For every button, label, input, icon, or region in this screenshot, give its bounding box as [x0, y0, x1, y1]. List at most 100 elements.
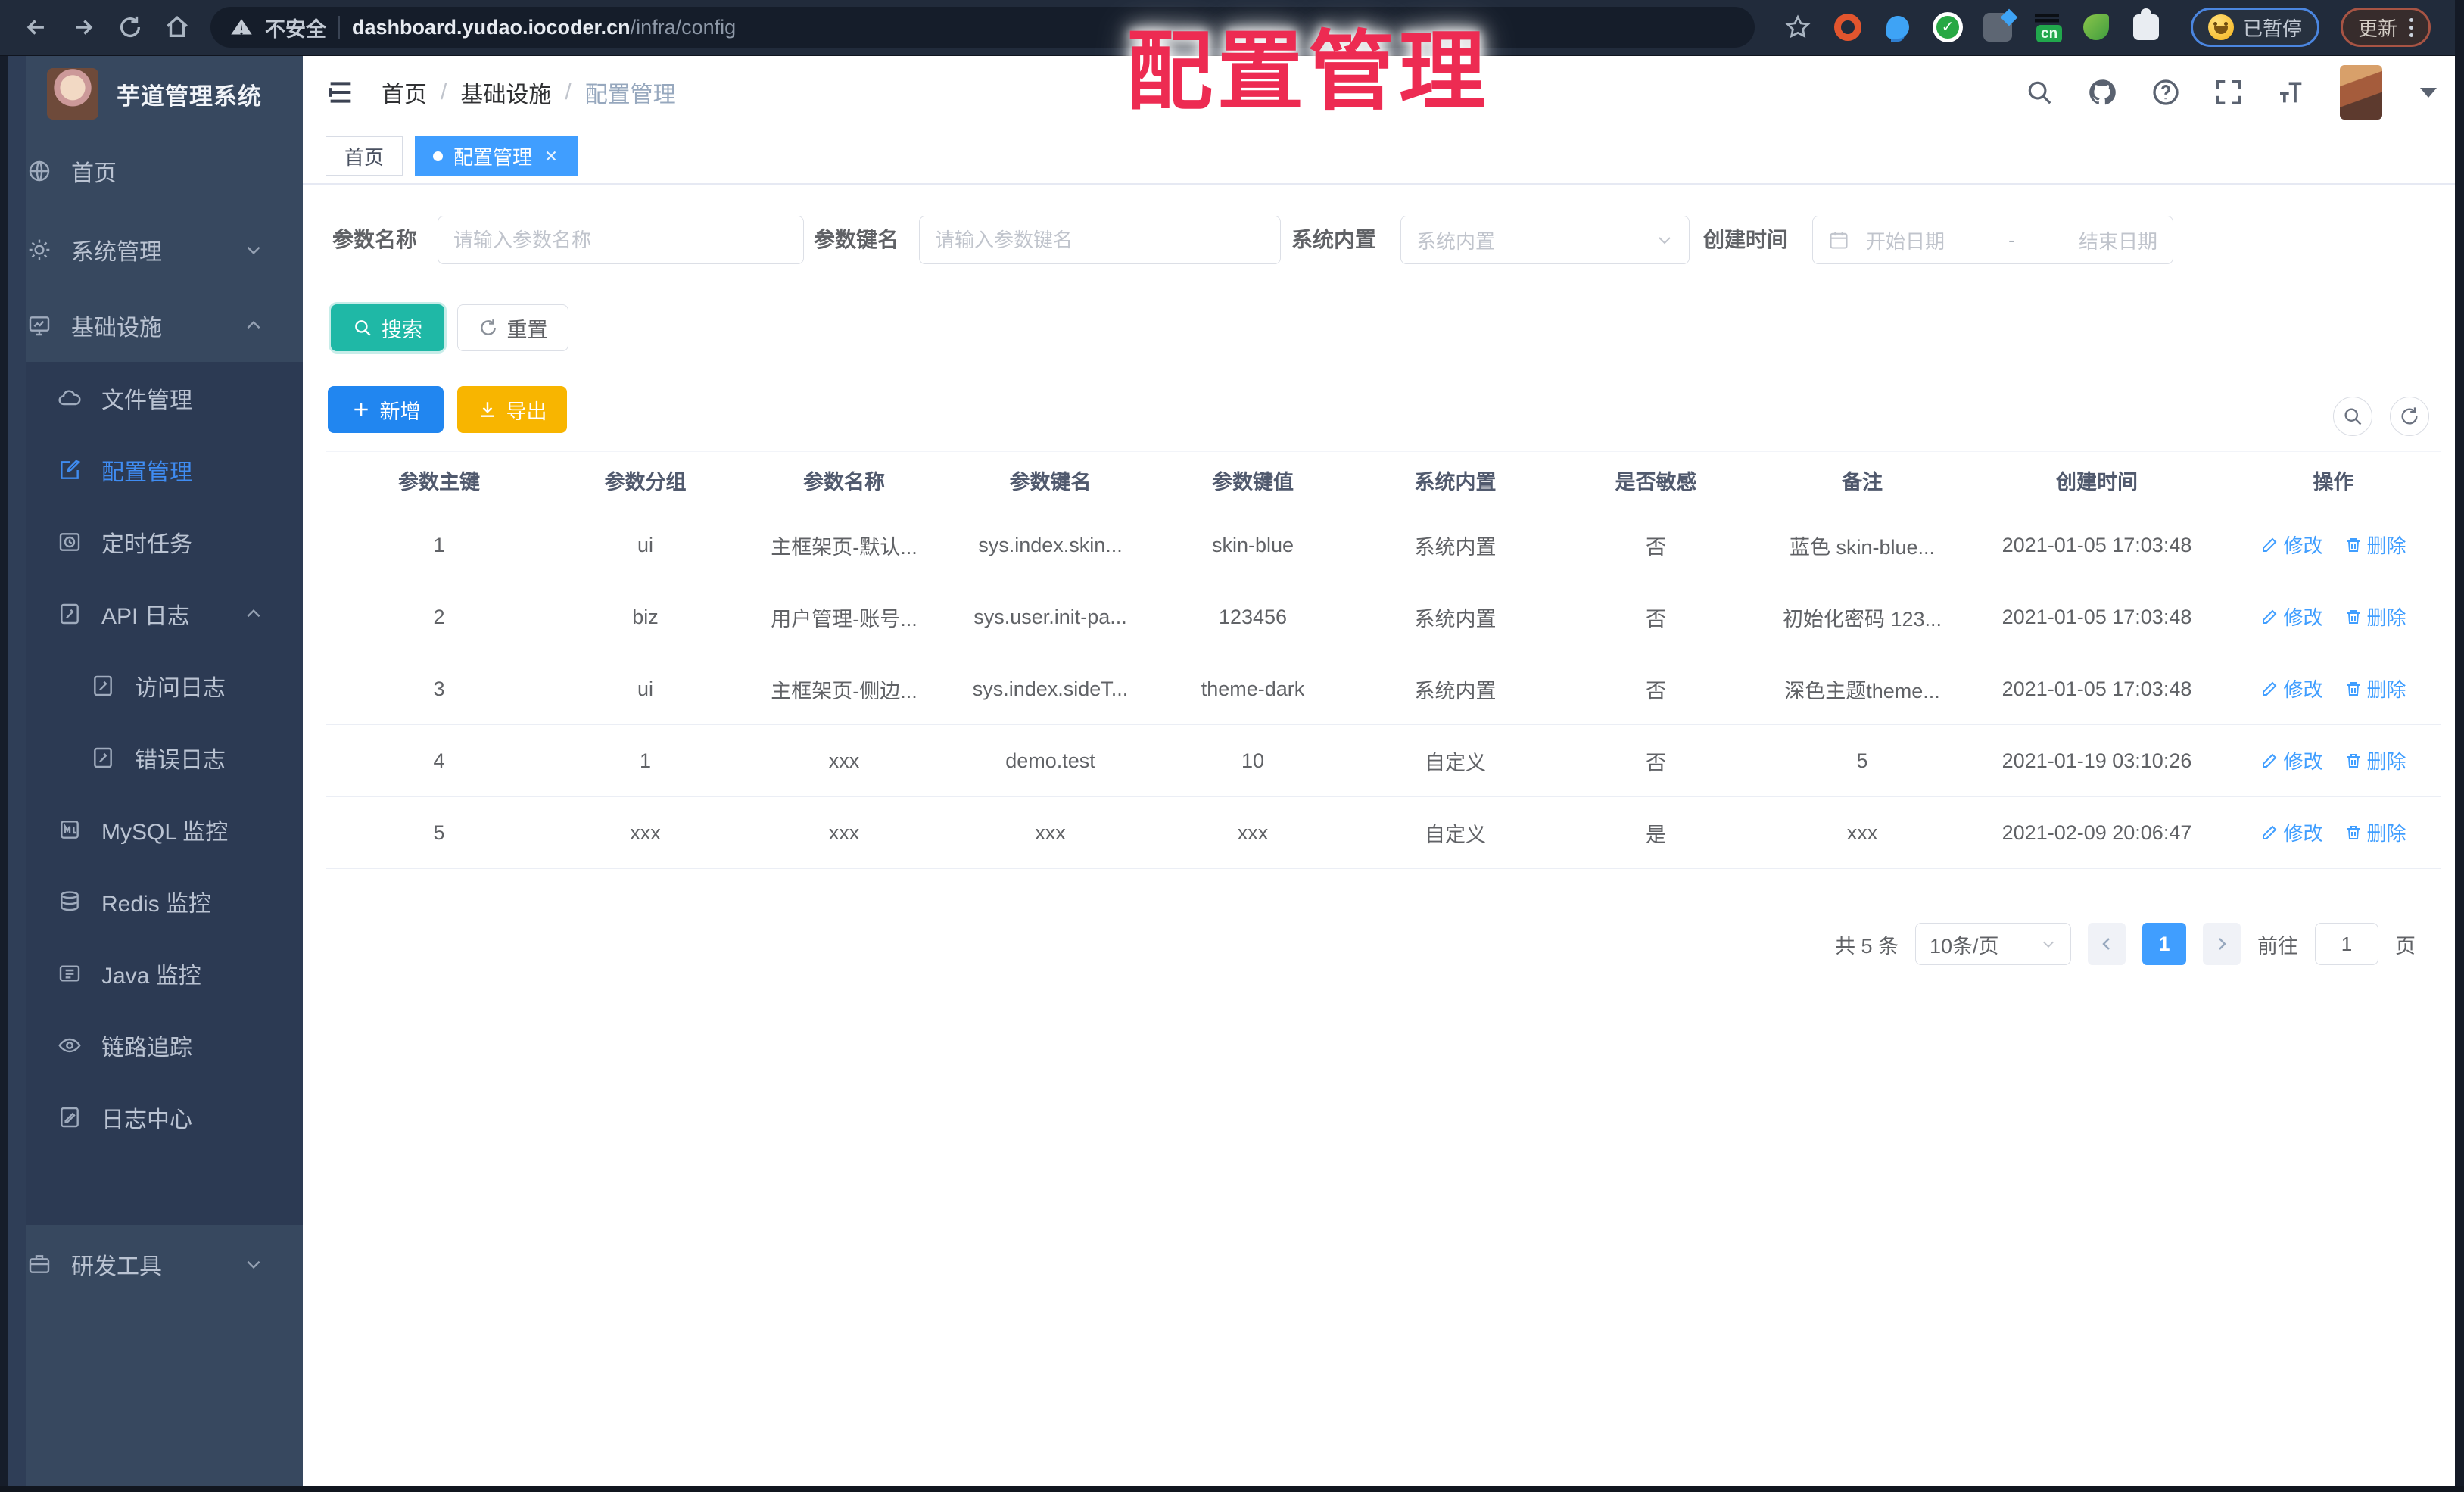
address-bar[interactable]: 不安全 dashboard.yudao.iocoder.cn/infra/con…	[210, 7, 1755, 48]
cell: 3	[326, 653, 553, 725]
paused-badge[interactable]: 已暂停	[2191, 8, 2320, 47]
reset-button[interactable]: 重置	[457, 304, 568, 351]
update-button[interactable]: 更新	[2341, 8, 2431, 47]
sidebar-item-access-log[interactable]: 访问日志	[0, 649, 303, 721]
pencil-icon	[2263, 753, 2277, 768]
trash-icon	[2347, 681, 2360, 696]
chevron-down-icon	[1656, 231, 1674, 249]
breadcrumb-infra[interactable]: 基础设施	[460, 76, 551, 109]
close-icon[interactable]	[543, 148, 559, 164]
back-icon[interactable]	[17, 8, 56, 47]
filter-type-select[interactable]: 系统内置	[1400, 216, 1690, 264]
filter-type-label: 系统内置	[1291, 228, 1377, 251]
cell: 2	[326, 581, 553, 653]
user-avatar[interactable]	[2340, 65, 2382, 120]
refresh-table-button[interactable]	[2390, 397, 2429, 436]
sidebar-item-file[interactable]: 文件管理	[0, 362, 303, 434]
tab-home[interactable]: 首页	[326, 136, 403, 176]
edit-link[interactable]: 修改	[2260, 818, 2323, 846]
cell: 1	[553, 724, 738, 797]
extensions-puzzle-icon[interactable]	[2130, 8, 2162, 43]
search-button[interactable]: 搜索	[331, 304, 444, 351]
extension-pin-icon[interactable]	[1882, 11, 1914, 43]
delete-link[interactable]: 删除	[2344, 603, 2406, 631]
sidebar-item-log-center[interactable]: 日志中心	[0, 1081, 303, 1153]
extension-leaf-icon[interactable]	[2080, 11, 2112, 43]
help-icon[interactable]	[2151, 77, 2181, 107]
collapse-sidebar-icon[interactable]	[326, 77, 356, 107]
edit-link[interactable]: 修改	[2260, 674, 2323, 702]
sidebar-item-config[interactable]: 配置管理	[0, 434, 303, 506]
extension-cn-icon[interactable]: cn	[2032, 12, 2063, 42]
col-header: 参数键名	[950, 451, 1151, 509]
reload-icon[interactable]	[111, 8, 150, 47]
download-icon	[480, 402, 494, 417]
chrome-menu-icon[interactable]	[2409, 17, 2414, 37]
goto-page-input[interactable]	[2315, 923, 2378, 965]
font-size-icon[interactable]	[2276, 77, 2307, 107]
breadcrumb-home[interactable]: 首页	[382, 76, 427, 109]
sidebar-item-label: 访问日志	[135, 675, 226, 701]
next-page-button[interactable]	[2203, 923, 2241, 965]
search-icon[interactable]	[2025, 78, 2054, 107]
sidebar-item-error-log[interactable]: 错误日志	[0, 721, 303, 793]
breadcrumb-separator: /	[565, 79, 572, 104]
table-row: 2 biz 用户管理-账号... sys.user.init-pa... 123456 系…	[326, 581, 2441, 653]
delete-link[interactable]: 删除	[2344, 531, 2406, 559]
cell: xxx	[1756, 796, 1968, 869]
tab-config[interactable]: 配置管理	[415, 136, 578, 176]
cell: 自定义	[1355, 796, 1556, 869]
filter-key-input[interactable]	[919, 216, 1281, 264]
select-placeholder: 系统内置	[1416, 229, 1496, 253]
page-size-select[interactable]: 10条/页	[1915, 923, 2071, 965]
sidebar-item-system[interactable]: 系统管理	[0, 210, 303, 289]
cell: 否	[1556, 724, 1756, 797]
cell: 5	[1756, 724, 1968, 797]
topbar-actions	[2025, 65, 2437, 120]
delete-link[interactable]: 删除	[2344, 818, 2406, 846]
extension-grid-icon[interactable]	[1982, 11, 2014, 43]
prev-page-button[interactable]	[2088, 923, 2126, 965]
filter-date-range[interactable]: 开始日期 - 结束日期	[1812, 216, 2173, 264]
export-button[interactable]: 导出	[457, 386, 567, 433]
delete-link[interactable]: 删除	[2344, 674, 2406, 702]
cell: 用户管理-账号...	[738, 581, 950, 653]
sidebar-item-label: 系统管理	[71, 240, 162, 265]
sidebar-item-java[interactable]: Java 监控	[0, 937, 303, 1009]
sidebar-item-label: 配置管理	[101, 459, 192, 485]
sidebar-item-label: API 日志	[101, 603, 190, 629]
sidebar-item-infra[interactable]: 基础设施	[0, 289, 303, 362]
fullscreen-icon[interactable]	[2214, 78, 2243, 107]
toggle-search-button[interactable]	[2333, 397, 2372, 436]
filter-name-input[interactable]	[438, 216, 804, 264]
github-icon[interactable]	[2087, 77, 2117, 107]
sidebar-item-mysql[interactable]: MySQL 监控	[0, 793, 303, 865]
edit-link[interactable]: 修改	[2260, 531, 2323, 559]
emoji-icon	[2208, 14, 2234, 40]
add-button[interactable]: 新增	[328, 386, 444, 433]
cell: 1	[326, 509, 553, 581]
bookmark-star-icon[interactable]	[1782, 11, 1814, 43]
user-menu-caret-icon[interactable]	[2420, 87, 2437, 98]
delete-link[interactable]: 删除	[2344, 746, 2406, 774]
timer-icon	[58, 530, 82, 554]
sidebar-item-label: Redis 监控	[101, 891, 212, 917]
edit-link[interactable]: 修改	[2260, 746, 2323, 774]
doc-edit-icon	[58, 602, 82, 626]
current-page-button[interactable]: 1	[2142, 923, 2186, 965]
home-icon[interactable]	[157, 8, 197, 47]
edit-link[interactable]: 修改	[2260, 603, 2323, 631]
sidebar-item-api-log[interactable]: API 日志	[0, 578, 303, 649]
forward-icon[interactable]	[64, 8, 103, 47]
sidebar-logo[interactable]: 芋道管理系统	[0, 56, 303, 132]
infra-submenu: 文件管理 配置管理 定时任务 API 日志 访问日志 错误日志 MySQL 监控…	[0, 362, 303, 1225]
sidebar-item-job[interactable]: 定时任务	[0, 506, 303, 578]
sidebar-item-home[interactable]: 首页	[0, 132, 303, 210]
sidebar-item-dev-tools[interactable]: 研发工具	[0, 1225, 303, 1304]
cell: theme-dark	[1151, 653, 1355, 725]
sidebar-item-redis[interactable]: Redis 监控	[0, 865, 303, 937]
extension-green-check-icon[interactable]: ✓	[1932, 11, 1964, 43]
extension-orange-icon[interactable]	[1832, 11, 1864, 43]
chevron-down-icon	[244, 240, 263, 260]
sidebar-item-trace[interactable]: 链路追踪	[0, 1009, 303, 1081]
